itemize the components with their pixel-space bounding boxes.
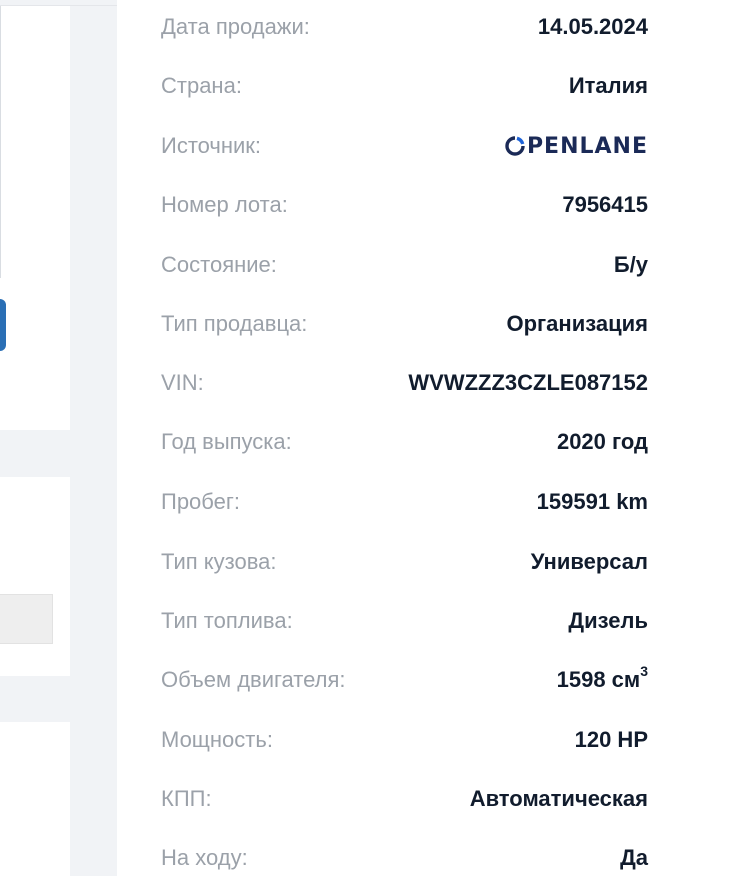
detail-label: Тип топлива: [161, 608, 293, 633]
detail-value: Италия [568, 73, 648, 98]
detail-label: Состояние: [161, 252, 277, 277]
detail-value: WVWZZZ3CZLE087152 [408, 370, 648, 395]
detail-label: Пробег: [161, 489, 241, 514]
detail-value: 14.05.2024 [537, 14, 648, 39]
detail-label: На ходу: [161, 845, 248, 870]
detail-value: 2020 год [556, 429, 648, 454]
detail-value: 159591 km [536, 489, 648, 514]
detail-row-drivable: На ходу: Да [161, 843, 648, 873]
detail-label: Номер лота: [161, 192, 288, 217]
detail-value: Универсал [530, 549, 648, 574]
left-blue-button[interactable] [0, 299, 6, 351]
detail-label: Год выпуска: [161, 429, 292, 454]
detail-value: Организация [506, 311, 648, 336]
detail-label: Дата продажи: [161, 14, 310, 39]
detail-label: КПП: [161, 786, 212, 811]
detail-row-condition: Состояние: Б/у [161, 250, 648, 280]
detail-row-lot-number: Номер лота: 7956415 [161, 190, 648, 220]
detail-row-mileage: Пробег: 159591 km [161, 487, 648, 517]
detail-label: Источник: [161, 133, 262, 158]
detail-value: 7956415 [562, 192, 648, 217]
left-panel-top [0, 6, 70, 430]
detail-row-country: Страна: Италия [161, 71, 648, 101]
detail-value: Б/у [613, 252, 648, 277]
right-panel [663, 0, 744, 876]
detail-label: Тип продавца: [161, 311, 308, 336]
detail-value: Дизель [568, 608, 648, 633]
left-input-field[interactable] [0, 594, 53, 644]
detail-label: Тип кузова: [161, 549, 277, 574]
detail-value: 1598 см3 [556, 663, 648, 693]
detail-label: Мощность: [161, 727, 273, 752]
detail-row-seller-type: Тип продавца: Организация [161, 309, 648, 339]
detail-value: 120 HP [574, 727, 648, 752]
detail-row-vin: VIN: WVWZZZ3CZLE087152 [161, 368, 648, 398]
detail-row-body-type: Тип кузова: Универсал [161, 547, 648, 577]
openlane-logo-text: PENLANE [526, 133, 648, 159]
openlane-logo-o-icon [505, 136, 525, 156]
detail-row-sale-date: Дата продажи: 14.05.2024 [161, 12, 648, 42]
detail-row-year: Год выпуска: 2020 год [161, 427, 648, 457]
detail-row-transmission: КПП: Автоматическая [161, 784, 648, 814]
detail-row-source: Источник: PENLANE [161, 131, 648, 161]
page: Дата продажи: 14.05.2024 Страна: Италия … [0, 0, 744, 876]
openlane-logo[interactable]: PENLANE [504, 134, 648, 159]
detail-row-fuel-type: Тип топлива: Дизель [161, 606, 648, 636]
detail-label: Объем двигателя: [161, 667, 346, 692]
detail-label: Страна: [161, 73, 242, 98]
detail-row-power: Мощность: 120 HP [161, 725, 648, 755]
detail-value: Автоматическая [469, 786, 648, 811]
left-panel-middle [0, 477, 70, 676]
engine-volume-text: 1598 см [556, 667, 641, 692]
left-frame-edge [0, 6, 1, 278]
left-panel-bottom [0, 722, 70, 876]
cubic-superscript: 3 [640, 663, 648, 679]
detail-row-engine-volume: Объем двигателя: 1598 см3 [161, 663, 648, 695]
detail-value: Да [620, 845, 648, 870]
detail-label: VIN: [161, 370, 204, 395]
